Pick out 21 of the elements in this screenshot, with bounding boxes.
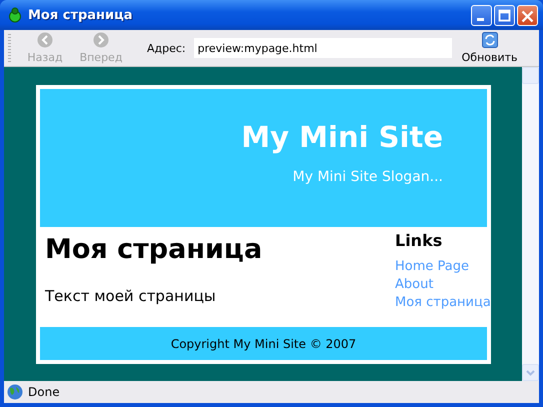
sidebar-link[interactable]: Home Page bbox=[395, 258, 469, 276]
close-button[interactable] bbox=[517, 4, 538, 26]
sidebar-link[interactable]: Моя страница bbox=[395, 294, 491, 312]
page-heading: Моя страница bbox=[45, 233, 264, 267]
minimize-button[interactable] bbox=[471, 4, 492, 26]
address-label: Адрес: bbox=[147, 42, 186, 54]
maximize-button[interactable] bbox=[494, 4, 515, 26]
minimize-icon bbox=[477, 18, 484, 20]
globe-icon bbox=[7, 384, 23, 400]
page-text: Текст моей страницы bbox=[45, 287, 217, 305]
copyright-text: Copyright My Mini Site © 2007 bbox=[170, 336, 356, 350]
site-title: My Mini Site bbox=[241, 119, 443, 155]
sidebar-link[interactable]: About bbox=[395, 276, 434, 294]
site-slogan: My Mini Site Slogan... bbox=[292, 169, 443, 185]
refresh-button[interactable]: Обновить bbox=[462, 32, 518, 64]
window-title: Моя страница bbox=[28, 8, 134, 22]
bug-icon bbox=[7, 7, 23, 23]
refresh-icon bbox=[482, 32, 498, 48]
status-text: Done bbox=[28, 385, 60, 399]
address-field[interactable]: preview:mypage.html bbox=[194, 38, 452, 58]
links-heading: Links bbox=[395, 231, 442, 250]
